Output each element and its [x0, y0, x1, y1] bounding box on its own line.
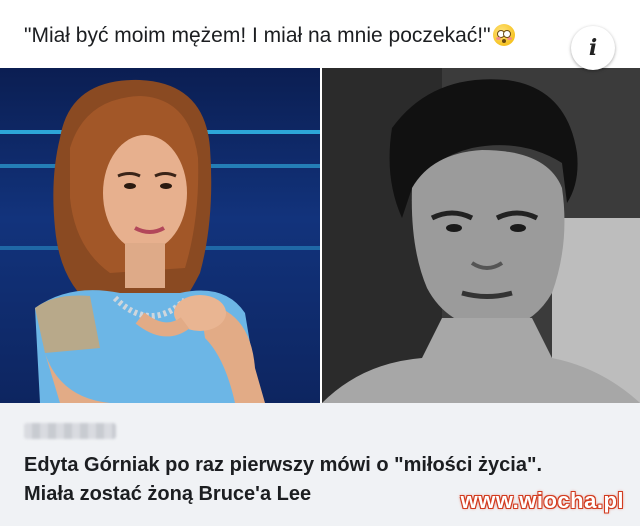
blurred-source-domain — [24, 423, 116, 439]
link-headline-line-1: Edyta Górniak po raz pierwszy mówi o "mi… — [24, 454, 543, 476]
link-preview-footer[interactable]: Edyta Górniak po raz pierwszy mówi o "mi… — [0, 403, 640, 526]
flushed-face-emoji-icon — [492, 24, 515, 46]
photo-man-black-and-white — [322, 68, 640, 403]
post-caption-text: "Miał być moim mężem! I miał na mnie poc… — [24, 24, 491, 47]
info-icon[interactable]: i — [571, 26, 615, 70]
site-watermark: www.wiocha.pl — [460, 488, 624, 513]
post-caption: "Miał być moim mężem! I miał na mnie poc… — [24, 22, 624, 50]
link-preview-image[interactable] — [0, 68, 640, 403]
photo-woman-on-stage — [0, 68, 320, 403]
